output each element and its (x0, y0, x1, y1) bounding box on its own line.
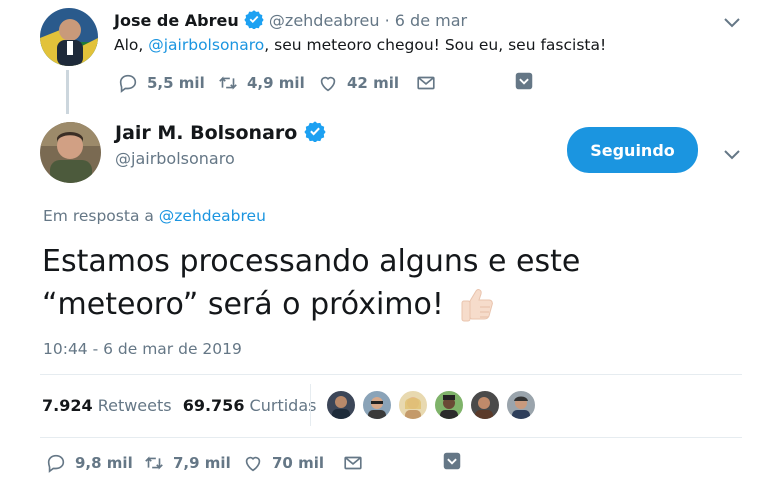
reply-icon (119, 74, 137, 93)
save-button[interactable] (513, 70, 535, 92)
parent-text-suffix: , seu meteoro chegou! Sou eu, seu fascis… (264, 36, 607, 54)
tweet-text-line-2-text: “meteoro” será o próximo! (42, 286, 444, 322)
thumbs-up-emoji (461, 289, 493, 322)
parent-text-prefix: Alo, (114, 36, 149, 54)
parent-handle[interactable]: @zehdeabreu (269, 11, 380, 30)
retweets-stat[interactable]: 7.924 Retweets (42, 396, 177, 415)
main-handle[interactable]: @jairbolsonaro (115, 149, 326, 168)
liker-avatar-image (440, 395, 458, 419)
direct-message-icon (417, 76, 435, 90)
reply-count: 5,5 mil (147, 74, 205, 92)
retweet-icon (219, 76, 237, 90)
chevron-down-icon[interactable] (720, 142, 744, 166)
liker-avatar-image (405, 397, 421, 419)
like-icon (320, 76, 336, 92)
parent-tweet-text: Alo, @jairbolsonaro, seu meteoro chegou!… (114, 36, 606, 54)
verified-badge-icon (244, 10, 264, 29)
divider-top (40, 374, 742, 375)
retweet-button[interactable]: 7,9 mil (143, 452, 231, 474)
like-count: 42 mil (347, 74, 400, 92)
like-icon (245, 456, 261, 472)
mention-link[interactable]: @jairbolsonaro (148, 36, 264, 54)
liker-avatar-image (512, 396, 530, 419)
liker-avatar[interactable] (469, 389, 501, 421)
liker-avatar[interactable] (433, 389, 465, 421)
liker-avatar-image (368, 397, 386, 419)
reply-to-link[interactable]: @zehdeabreu (159, 207, 266, 225)
parent-action-bar: 5,5 mil 4,9 mil 42 mil (117, 72, 547, 98)
thread-connector-line (66, 70, 69, 114)
likes-stat[interactable]: 69.756 Curtidas (183, 396, 317, 415)
like-button[interactable]: 70 mil (242, 452, 324, 474)
main-author-name[interactable]: Jair M. Bolsonaro (115, 122, 297, 144)
parent-tweet-header: Jose de Abreu @zehdeabreu · 6 de mar (114, 9, 467, 30)
retweet-count: 4,9 mil (247, 74, 305, 92)
direct-message-button[interactable] (342, 452, 364, 474)
chevron-down-icon[interactable] (720, 10, 744, 34)
save-icon (443, 452, 461, 470)
liker-avatar-image (332, 396, 350, 419)
divider-bottom (40, 437, 742, 438)
reply-context-prefix: Em resposta a (43, 207, 159, 225)
reply-context: Em resposta a @zehdeabreu (43, 207, 266, 225)
main-author-block: Jair M. Bolsonaro @jairbolsonaro (115, 120, 326, 168)
direct-message-button[interactable] (415, 72, 437, 94)
avatar-jose-de-abreu[interactable] (40, 8, 98, 66)
retweet-icon (145, 456, 163, 470)
reply-button[interactable]: 9,8 mil (45, 452, 133, 474)
likes-label: Curtidas (249, 396, 317, 415)
avatar-jair-bolsonaro[interactable] (40, 122, 101, 183)
like-button[interactable]: 42 mil (317, 72, 399, 94)
likes-total: 69.756 (182, 396, 245, 415)
liker-avatar[interactable] (397, 389, 429, 421)
main-tweet-text: Estamos processando alguns e este “meteo… (42, 241, 580, 326)
retweets-total: 7.924 (42, 396, 93, 415)
like-count: 70 mil (272, 454, 325, 472)
likers-avatars (325, 389, 540, 421)
retweet-button[interactable]: 4,9 mil (217, 72, 305, 94)
separator-dot: · (384, 11, 390, 30)
main-action-bar: 9,8 mil 7,9 mil 70 mil (45, 452, 475, 478)
retweets-label: Retweets (97, 396, 172, 415)
avatar-image (40, 122, 101, 183)
liker-avatar[interactable] (325, 389, 357, 421)
reply-count: 9,8 mil (75, 454, 133, 472)
direct-message-icon (344, 456, 362, 470)
avatar-image (40, 8, 98, 66)
tweet-text-line-2: “meteoro” será o próximo! (42, 282, 580, 326)
tweet-text-line-1: Estamos processando alguns e este (42, 244, 581, 279)
save-icon (515, 72, 533, 90)
reply-icon (47, 454, 65, 473)
following-button[interactable]: Seguindo (567, 127, 698, 173)
liker-avatar[interactable] (361, 389, 393, 421)
save-button[interactable] (441, 450, 463, 472)
retweet-count: 7,9 mil (173, 454, 231, 472)
tweet-timestamp[interactable]: 10:44 - 6 de mar de 2019 (43, 340, 242, 358)
liker-avatar-image (475, 397, 493, 419)
parent-author-name[interactable]: Jose de Abreu (114, 11, 239, 30)
reply-button[interactable]: 5,5 mil (117, 72, 205, 94)
parent-date[interactable]: 6 de mar (395, 11, 467, 30)
liker-avatar[interactable] (505, 389, 537, 421)
engagement-stats: 7.924 Retweets 69.756 Curtidas (42, 396, 316, 415)
verified-badge-icon (304, 121, 326, 142)
stats-vertical-divider (310, 384, 311, 426)
